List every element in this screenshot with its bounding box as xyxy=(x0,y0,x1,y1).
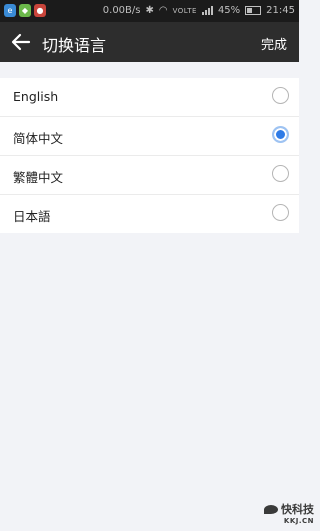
back-button[interactable] xyxy=(10,31,32,53)
language-label: English xyxy=(13,89,59,104)
app-notification-icon: e xyxy=(4,4,16,17)
battery-percent: 45% xyxy=(217,5,241,16)
radio-button[interactable] xyxy=(272,204,289,221)
title-bar: 切换语言 完成 xyxy=(0,22,299,62)
radio-button[interactable] xyxy=(272,165,289,182)
status-bar-indicators: 0.00B/s ✱ ◠ VOLTE 45% 21:45 xyxy=(103,5,295,16)
language-option-english[interactable]: English xyxy=(0,78,299,117)
signal-icon xyxy=(201,6,213,15)
volte-label: VOLTE xyxy=(172,6,197,15)
language-label: 简体中文 xyxy=(13,131,64,146)
status-bar: e ◆ ● 0.00B/s ✱ ◠ VOLTE 45% 21:45 xyxy=(0,0,299,22)
watermark-url: KKJ.CN xyxy=(283,517,314,525)
app-notification-icon: ◆ xyxy=(19,4,31,17)
language-option-japanese[interactable]: 日本語 xyxy=(0,195,299,233)
radio-button[interactable] xyxy=(272,87,289,104)
language-option-traditional-chinese[interactable]: 繁體中文 xyxy=(0,156,299,195)
battery-icon xyxy=(245,6,262,15)
done-button[interactable]: 完成 xyxy=(261,34,287,53)
language-label: 日本語 xyxy=(13,209,51,224)
bluetooth-icon: ✱ xyxy=(145,5,154,16)
watermark: 快科技 KKJ.CN xyxy=(264,501,314,525)
language-label: 繁體中文 xyxy=(13,170,64,185)
bird-logo-icon xyxy=(264,504,278,514)
language-list: English 简体中文 繁體中文 日本語 xyxy=(0,78,299,233)
language-option-simplified-chinese[interactable]: 简体中文 xyxy=(0,117,299,156)
wifi-icon: ◠ xyxy=(158,5,168,16)
back-arrow-icon xyxy=(11,33,31,51)
network-speed: 0.00B/s xyxy=(102,5,141,16)
radio-button-selected[interactable] xyxy=(272,126,289,143)
app-notification-icon: ● xyxy=(34,4,46,17)
status-bar-notifications: e ◆ ● xyxy=(4,4,46,17)
watermark-text: 快科技 xyxy=(281,503,314,516)
page-title: 切换语言 xyxy=(42,36,107,55)
clock: 21:45 xyxy=(266,5,295,16)
